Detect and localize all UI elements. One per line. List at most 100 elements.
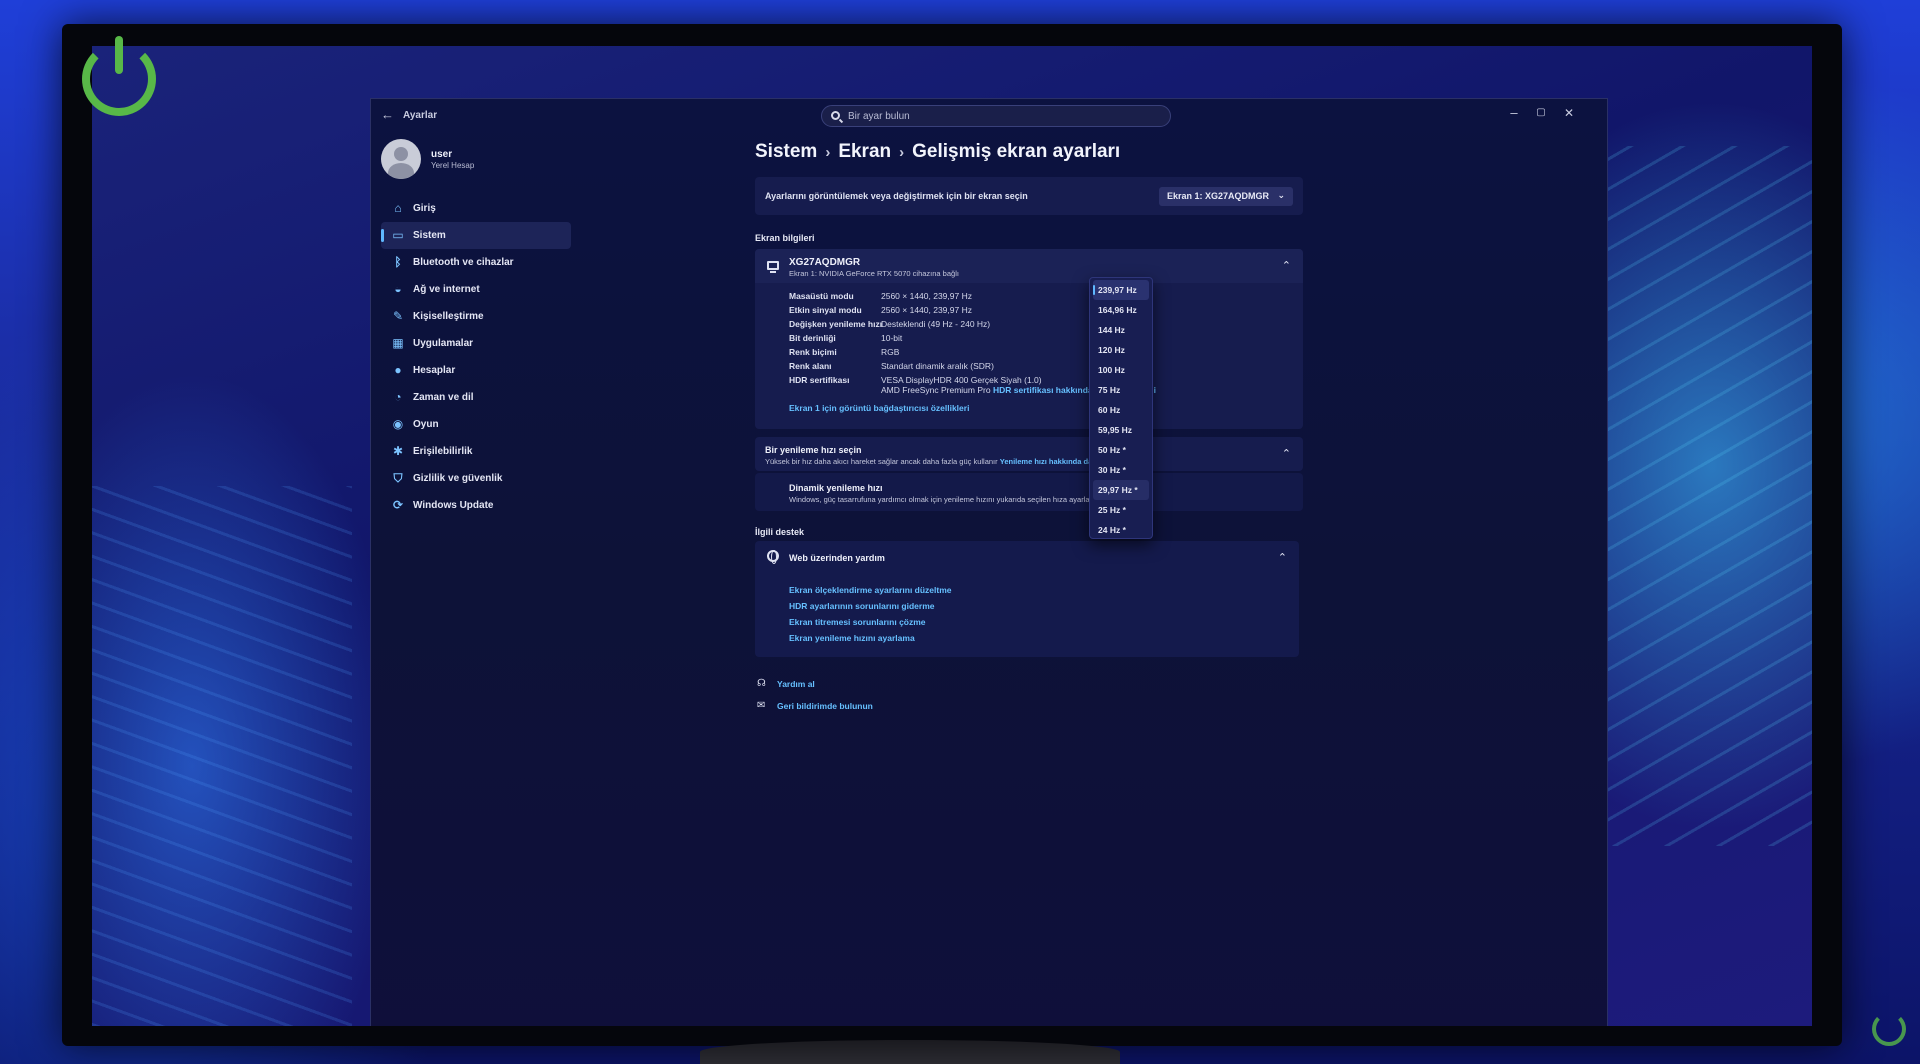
- user-name: user: [431, 149, 453, 160]
- monitor-stand: [700, 1040, 1120, 1064]
- help-links: Ekran ölçeklendirme ayarlarını düzeltme H…: [789, 585, 952, 649]
- adapter-link-text: Ekran 1 için görüntü bağdaştırıcısı özel…: [789, 403, 970, 413]
- web-help-title: Web üzerinden yardım: [789, 553, 885, 563]
- refresh-rate-option[interactable]: 75 Hz: [1093, 380, 1149, 400]
- adapter-properties-link[interactable]: Ekran 1 için görüntü bağdaştırıcısı özel…: [789, 403, 969, 413]
- refresh-rate-desc: Yüksek bir hız daha akıcı hareket sağlar…: [765, 457, 1137, 466]
- time-language-icon: ◔: [394, 390, 402, 404]
- sidebar-item-label: Zaman ve dil: [413, 392, 474, 403]
- refresh-rate-option[interactable]: 239,97 Hz: [1093, 280, 1149, 300]
- sidebar-item-uygulamalar[interactable]: ▦ Uygulamalar: [381, 330, 571, 357]
- sidebar-item-zaman-ve-dil[interactable]: ◔ Zaman ve dil: [381, 384, 571, 411]
- help-link[interactable]: Ekran yenileme hızını ayarlama: [789, 633, 952, 649]
- monitor-icon: [767, 261, 779, 273]
- back-arrow-icon[interactable]: ←: [381, 107, 394, 122]
- breadcrumb: Sistem › Ekran › Gelişmiş ekran ayarları: [755, 141, 1120, 163]
- refresh-rate-option[interactable]: 29,97 Hz *: [1093, 480, 1149, 500]
- minimize-button[interactable]: –: [1504, 105, 1524, 120]
- related-support-title: İlgili destek: [755, 527, 805, 537]
- help-link[interactable]: HDR ayarlarının sorunlarını giderme: [789, 601, 952, 617]
- info-key: Bit derinliği: [789, 333, 836, 343]
- breadcrumb-item-ekran[interactable]: Ekran: [838, 141, 891, 162]
- dynamic-refresh-title: Dinamik yenileme hızı: [789, 483, 883, 493]
- refresh-rate-option[interactable]: 30 Hz *: [1093, 460, 1149, 480]
- maximize-button[interactable]: ▢: [1531, 107, 1551, 118]
- search-placeholder: Bir ayar bulun: [848, 111, 910, 122]
- refresh-rate-option[interactable]: 50 Hz *: [1093, 440, 1149, 460]
- chevron-right-icon: ›: [899, 144, 905, 161]
- sidebar-item-windows-update[interactable]: ⟳ Windows Update: [381, 492, 571, 519]
- refresh-rate-option[interactable]: 25 Hz *: [1093, 500, 1149, 520]
- info-key: Renk alanı: [789, 361, 832, 371]
- help-link[interactable]: Ekran titremesi sorunlarını çözme: [789, 617, 952, 633]
- get-help-label: Yardım al: [777, 679, 815, 689]
- feedback-icon: ✉: [757, 700, 766, 711]
- display-select-value: Ekran 1: XG27AQDMGR: [1166, 191, 1269, 201]
- sidebar-item-label: Gizlilik ve güvenlik: [413, 473, 503, 484]
- sidebar-item-oyun[interactable]: ◉ Oyun: [381, 411, 571, 438]
- settings-window: ← Ayarlar Bir ayar bulun – ▢ ✕ user Yere…: [370, 98, 1608, 1026]
- feedback-link[interactable]: ✉ Geri bildirimde bulunun: [757, 700, 873, 711]
- search-input[interactable]: Bir ayar bulun: [821, 105, 1171, 127]
- globe-icon: [767, 550, 779, 564]
- sidebar-item-sistem[interactable]: ▭ Sistem: [381, 222, 571, 249]
- refresh-rate-option[interactable]: 164,96 Hz: [1093, 300, 1149, 320]
- sidebar-item-ağ-ve-internet[interactable]: ◒ Ağ ve internet: [381, 276, 571, 303]
- watermark-logo: [1872, 1012, 1906, 1046]
- avatar: [381, 139, 421, 179]
- web-help-header[interactable]: Web üzerinden yardım ⌃: [755, 541, 1299, 571]
- apps-icon: ▦: [392, 336, 404, 350]
- monitor-screen: ← Ayarlar Bir ayar bulun – ▢ ✕ user Yere…: [92, 46, 1812, 1026]
- info-key: HDR sertifikası: [789, 375, 850, 385]
- sidebar-item-label: Giriş: [413, 203, 436, 214]
- brush-icon: ✎: [392, 309, 404, 323]
- sidebar-item-label: Bluetooth ve cihazlar: [413, 257, 514, 268]
- chevron-up-icon[interactable]: ⌃: [1278, 551, 1287, 564]
- sidebar-item-label: Kişiselleştirme: [413, 311, 484, 322]
- display-select-label: Ayarlarını görüntülemek veya değiştirmek…: [765, 191, 1028, 201]
- info-value: RGB: [881, 347, 900, 357]
- get-help-link[interactable]: ☊ Yardım al: [757, 678, 815, 689]
- refresh-rate-card[interactable]: Bir yenileme hızı seçin Yüksek bir hız d…: [755, 437, 1303, 471]
- display-select-dropdown[interactable]: Ekran 1: XG27AQDMGR ⌄: [1158, 187, 1293, 206]
- web-help-card: Web üzerinden yardım ⌃ Ekran ölçeklendir…: [755, 541, 1299, 657]
- user-profile[interactable]: user Yerel Hesap: [381, 139, 581, 183]
- info-value: 2560 × 1440, 239,97 Hz: [881, 291, 972, 301]
- account-type: Yerel Hesap: [431, 161, 475, 170]
- sidebar-item-erişilebilirlik[interactable]: ✱ Erişilebilirlik: [381, 438, 571, 465]
- feedback-label: Geri bildirimde bulunun: [777, 701, 873, 711]
- info-value: Standart dinamik aralık (SDR): [881, 361, 994, 371]
- refresh-rate-option[interactable]: 59,95 Hz: [1093, 420, 1149, 440]
- refresh-rate-option[interactable]: 100 Hz: [1093, 360, 1149, 380]
- display-info-header[interactable]: XG27AQDMGR Ekran 1: NVIDIA GeForce RTX 5…: [755, 249, 1303, 283]
- chevron-up-icon[interactable]: ⌃: [1282, 447, 1291, 460]
- chevron-up-icon[interactable]: ⌃: [1282, 259, 1291, 272]
- help-link[interactable]: Ekran ölçeklendirme ayarlarını düzeltme: [789, 585, 952, 601]
- accounts-icon: ●: [394, 363, 402, 377]
- info-value: 2560 × 1440, 239,97 Hz: [881, 305, 972, 315]
- info-key: Değişken yenileme hızı: [789, 319, 883, 329]
- display-info-title: Ekran bilgileri: [755, 233, 815, 243]
- refresh-rate-desc-text: Yüksek bir hız daha akıcı hareket sağlar…: [765, 457, 998, 466]
- title-bar: ← Ayarlar Bir ayar bulun – ▢ ✕: [371, 99, 1607, 133]
- sidebar-item-gizlilik-ve-güvenlik[interactable]: ⛉ Gizlilik ve güvenlik: [381, 465, 571, 492]
- info-value: VESA DisplayHDR 400 Gerçek Siyah (1.0): [881, 375, 1042, 385]
- refresh-rate-option[interactable]: 120 Hz: [1093, 340, 1149, 360]
- sidebar-item-bluetooth-ve-cihazlar[interactable]: ᛒ Bluetooth ve cihazlar: [381, 249, 571, 276]
- info-key: Masaüstü modu: [789, 291, 854, 301]
- refresh-rate-option[interactable]: 60 Hz: [1093, 400, 1149, 420]
- sidebar-item-label: Oyun: [413, 419, 439, 430]
- sidebar-item-giriş[interactable]: ⌂ Giriş: [381, 195, 571, 222]
- info-value: 10-bit: [881, 333, 903, 343]
- home-icon: ⌂: [394, 201, 402, 215]
- close-button[interactable]: ✕: [1559, 106, 1579, 120]
- help-icon: ☊: [757, 678, 766, 689]
- sidebar-item-label: Hesaplar: [413, 365, 456, 376]
- sidebar-item-kişiselleştirme[interactable]: ✎ Kişiselleştirme: [381, 303, 571, 330]
- sidebar-item-label: Erişilebilirlik: [413, 446, 473, 457]
- breadcrumb-item-sistem[interactable]: Sistem: [755, 141, 817, 162]
- windows-update-icon: ⟳: [392, 498, 404, 512]
- refresh-rate-option[interactable]: 144 Hz: [1093, 320, 1149, 340]
- sidebar-item-hesaplar[interactable]: ● Hesaplar: [381, 357, 571, 384]
- refresh-rate-option[interactable]: 24 Hz *: [1093, 520, 1149, 540]
